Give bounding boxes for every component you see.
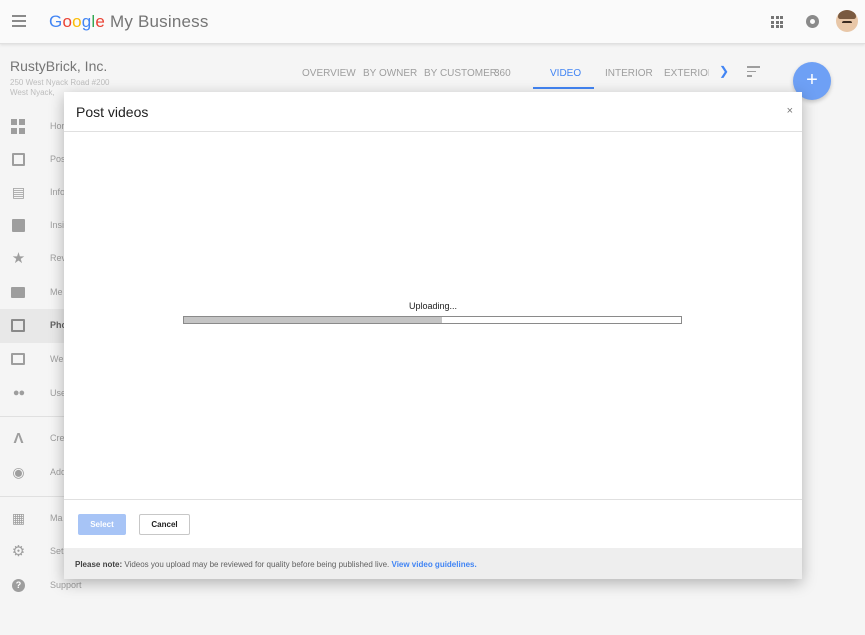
review-note: Please note: Videos you upload may be re… [75, 560, 477, 569]
add-location-icon: ◉ [12, 464, 25, 480]
sidebar-item-users[interactable]: ●● Use [0, 377, 66, 411]
sidebar-item-website[interactable]: We [0, 343, 64, 377]
message-icon [11, 287, 25, 298]
select-button[interactable]: Select [78, 514, 126, 535]
users-icon: ●● [12, 387, 25, 399]
sidebar-item-reviews[interactable]: ★ Rev [0, 242, 66, 276]
app-header: Google My Business [0, 0, 865, 44]
google-my-business-logo[interactable]: Google My Business [49, 12, 209, 32]
cancel-button[interactable]: Cancel [139, 514, 190, 535]
dialog-footer-divider [64, 499, 802, 500]
sidebar-item-label: Cre [50, 433, 65, 443]
sidebar-divider [0, 416, 64, 417]
tab-by-customer[interactable]: BY CUSTOMER [424, 68, 497, 79]
active-tab-indicator [533, 87, 594, 89]
avatar[interactable] [836, 10, 858, 32]
sidebar-divider [0, 496, 64, 497]
sidebar-item-home[interactable]: Hor [0, 110, 65, 144]
posts-icon [12, 153, 25, 166]
sidebar-item-label: We [50, 354, 64, 364]
chevron-right-icon[interactable]: ❯ [719, 64, 729, 78]
sidebar-item-label: Hor [50, 121, 65, 131]
upload-progress-bar [183, 316, 682, 324]
sidebar-item-settings[interactable]: ⚙ Set [0, 535, 64, 569]
sidebar-item-messages[interactable]: Me [0, 276, 64, 310]
dashboard-icon [11, 119, 26, 134]
sort-icon[interactable] [747, 66, 760, 80]
manage-locations-icon: ▦ [11, 510, 26, 526]
dialog-header-divider [64, 131, 802, 132]
insights-icon [12, 219, 25, 232]
note-bar: Please note: Videos you upload may be re… [64, 548, 802, 579]
photos-icon [11, 319, 25, 332]
sidebar-item-label: Set [50, 546, 64, 556]
star-icon: ★ [11, 250, 26, 267]
dialog-title: Post videos [76, 104, 149, 120]
website-icon [11, 353, 25, 365]
sidebar-item-label: Ma [50, 513, 63, 523]
tab-by-owner[interactable]: BY OWNER [363, 68, 417, 79]
sidebar-item-label: Insi [50, 220, 65, 230]
help-icon: ? [12, 579, 25, 592]
sidebar-item-support[interactable]: ? Support [0, 569, 82, 603]
sidebar-item-insights[interactable]: Insi [0, 209, 64, 243]
gear-icon: ⚙ [11, 543, 26, 560]
ads-icon: Λ [13, 430, 24, 447]
business-name: RustyBrick, Inc. [10, 58, 108, 74]
tab-exterior[interactable]: EXTERIOF [664, 68, 709, 79]
tab-360[interactable]: 360 [494, 68, 511, 79]
upload-status: Uploading... [408, 301, 458, 311]
sidebar-item-info[interactable]: ▤ Info [0, 176, 66, 210]
notifications-icon[interactable] [806, 15, 819, 28]
video-guidelines-link[interactable]: View video guidelines. [392, 560, 477, 569]
post-videos-dialog: Post videos × Uploading... Select Cancel… [64, 92, 802, 579]
store-icon: ▤ [11, 184, 26, 200]
tab-video[interactable]: VIDEO [550, 68, 581, 79]
sidebar-item-label: Support [50, 580, 82, 590]
tab-overview[interactable]: OVERVIEW [302, 68, 356, 79]
hamburger-menu-icon[interactable] [12, 15, 26, 27]
sidebar-item-manage-locations[interactable]: ▦ Ma [0, 502, 64, 536]
sidebar-item-posts[interactable]: Pos [0, 143, 66, 177]
sidebar-item-label: Info [50, 187, 66, 197]
upload-progress-fill [184, 317, 443, 323]
sidebar-item-add-location[interactable]: ◉ Add [0, 456, 66, 490]
tab-interior[interactable]: INTERIOR [605, 68, 653, 79]
sidebar-item-photos[interactable]: Pho [0, 309, 70, 343]
close-icon[interactable]: × [787, 105, 793, 117]
product-name: My Business [109, 12, 209, 31]
apps-grid-icon[interactable] [771, 16, 783, 28]
sidebar-item-label: Me [50, 287, 63, 297]
sidebar-item-create-ad[interactable]: Λ Cre [0, 422, 64, 456]
